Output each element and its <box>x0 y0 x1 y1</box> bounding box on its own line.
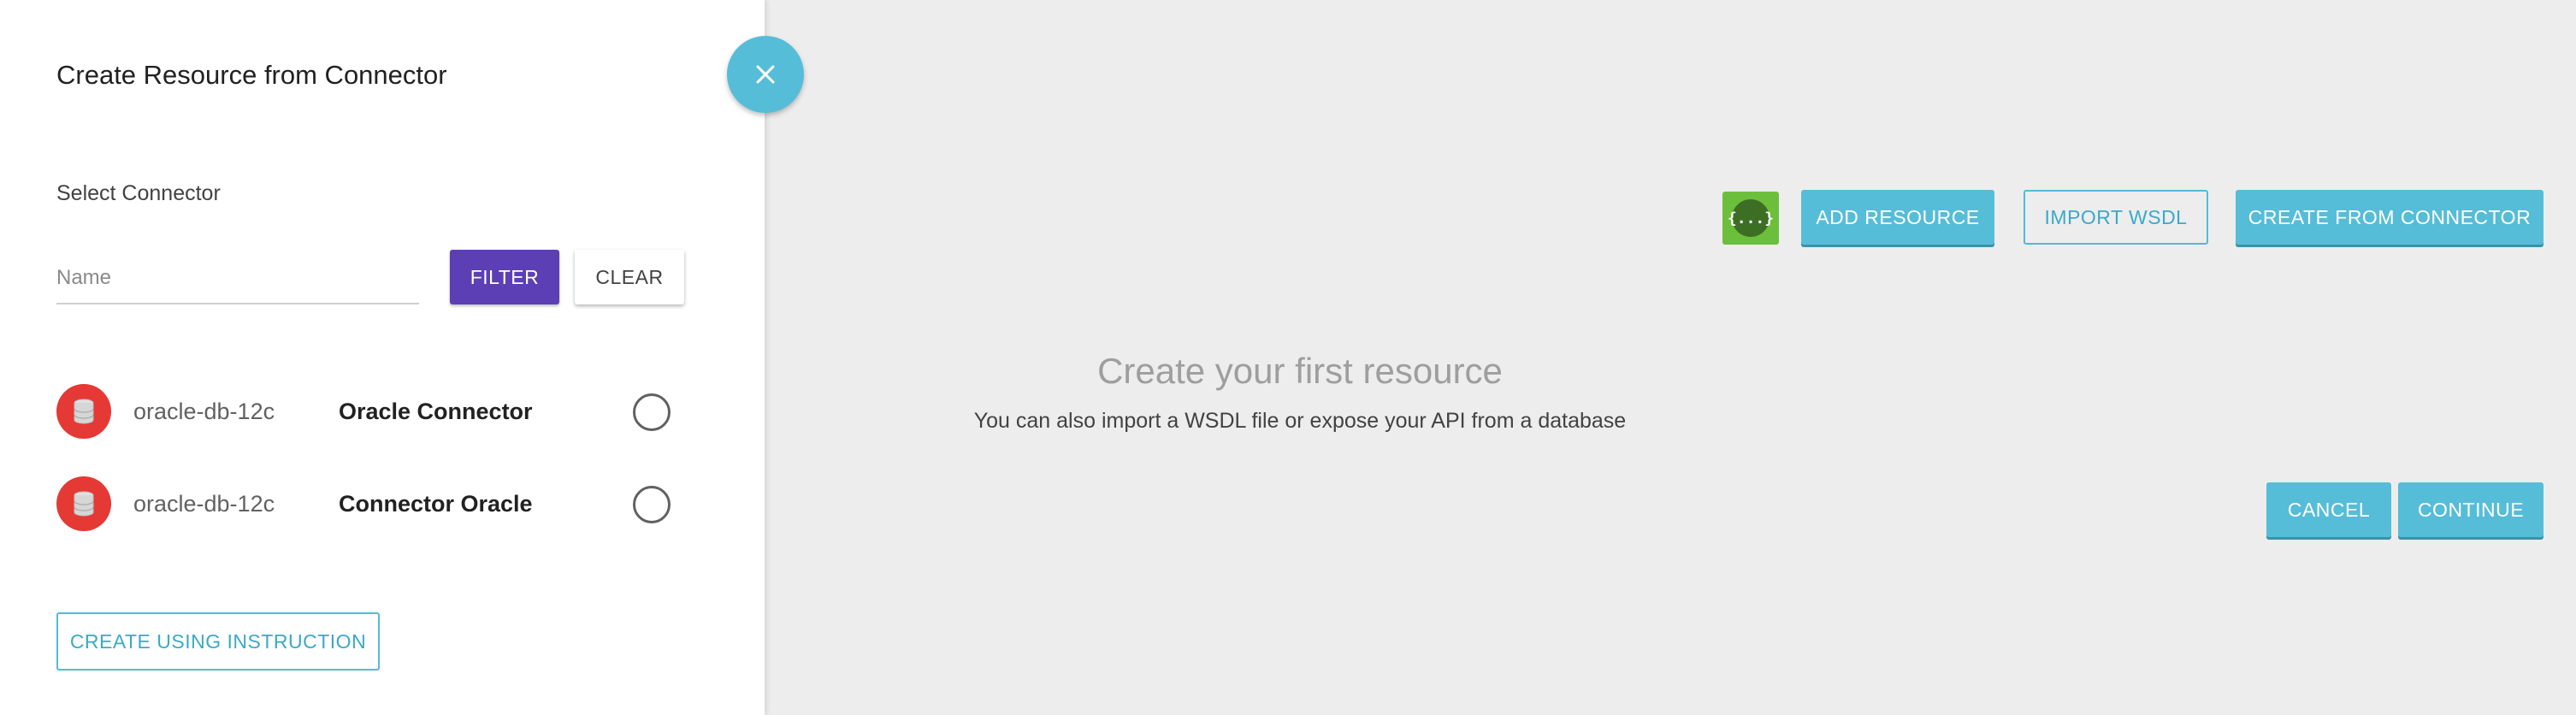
create-from-connector-drawer: Create Resource from Connector Select Co… <box>0 0 765 715</box>
empty-state-subtitle: You can also import a WSDL file or expos… <box>973 409 1627 433</box>
filter-button[interactable]: FILTER <box>450 250 559 304</box>
connector-row[interactable]: oracle-db-12c Oracle Connector <box>56 384 689 440</box>
database-icon <box>56 476 111 531</box>
connector-radio[interactable] <box>633 393 671 431</box>
swagger-icon: {...} <box>1728 199 1774 237</box>
connector-row[interactable]: oracle-db-12c Connector Oracle <box>56 476 689 533</box>
connector-radio[interactable] <box>633 486 671 523</box>
create-from-connector-button[interactable]: CREATE FROM CONNECTOR <box>2236 190 2544 245</box>
connector-name: Connector Oracle <box>339 491 533 517</box>
connector-name: Oracle Connector <box>339 399 533 424</box>
continue-button[interactable]: CONTINUE <box>2398 482 2544 537</box>
connector-name-filter-input[interactable] <box>56 253 419 304</box>
swagger-import-button[interactable]: {...} <box>1722 192 1779 245</box>
connector-id: oracle-db-12c <box>133 399 275 424</box>
app-root: Create Resource from Connector Select Co… <box>0 0 2576 715</box>
close-drawer-button[interactable] <box>727 36 804 113</box>
clear-button[interactable]: CLEAR <box>575 250 684 304</box>
create-using-instruction-button[interactable]: CREATE USING INSTRUCTION <box>56 612 380 671</box>
select-connector-label: Select Connector <box>56 181 221 205</box>
import-wsdl-button[interactable]: IMPORT WSDL <box>2024 190 2208 245</box>
close-icon <box>756 65 775 84</box>
cancel-button[interactable]: CANCEL <box>2266 482 2391 537</box>
connector-id: oracle-db-12c <box>133 491 275 517</box>
database-icon <box>56 384 111 439</box>
add-resource-button[interactable]: ADD RESOURCE <box>1801 190 1994 245</box>
empty-state-title: Create your first resource <box>1097 351 1503 391</box>
drawer-title: Create Resource from Connector <box>56 60 447 90</box>
